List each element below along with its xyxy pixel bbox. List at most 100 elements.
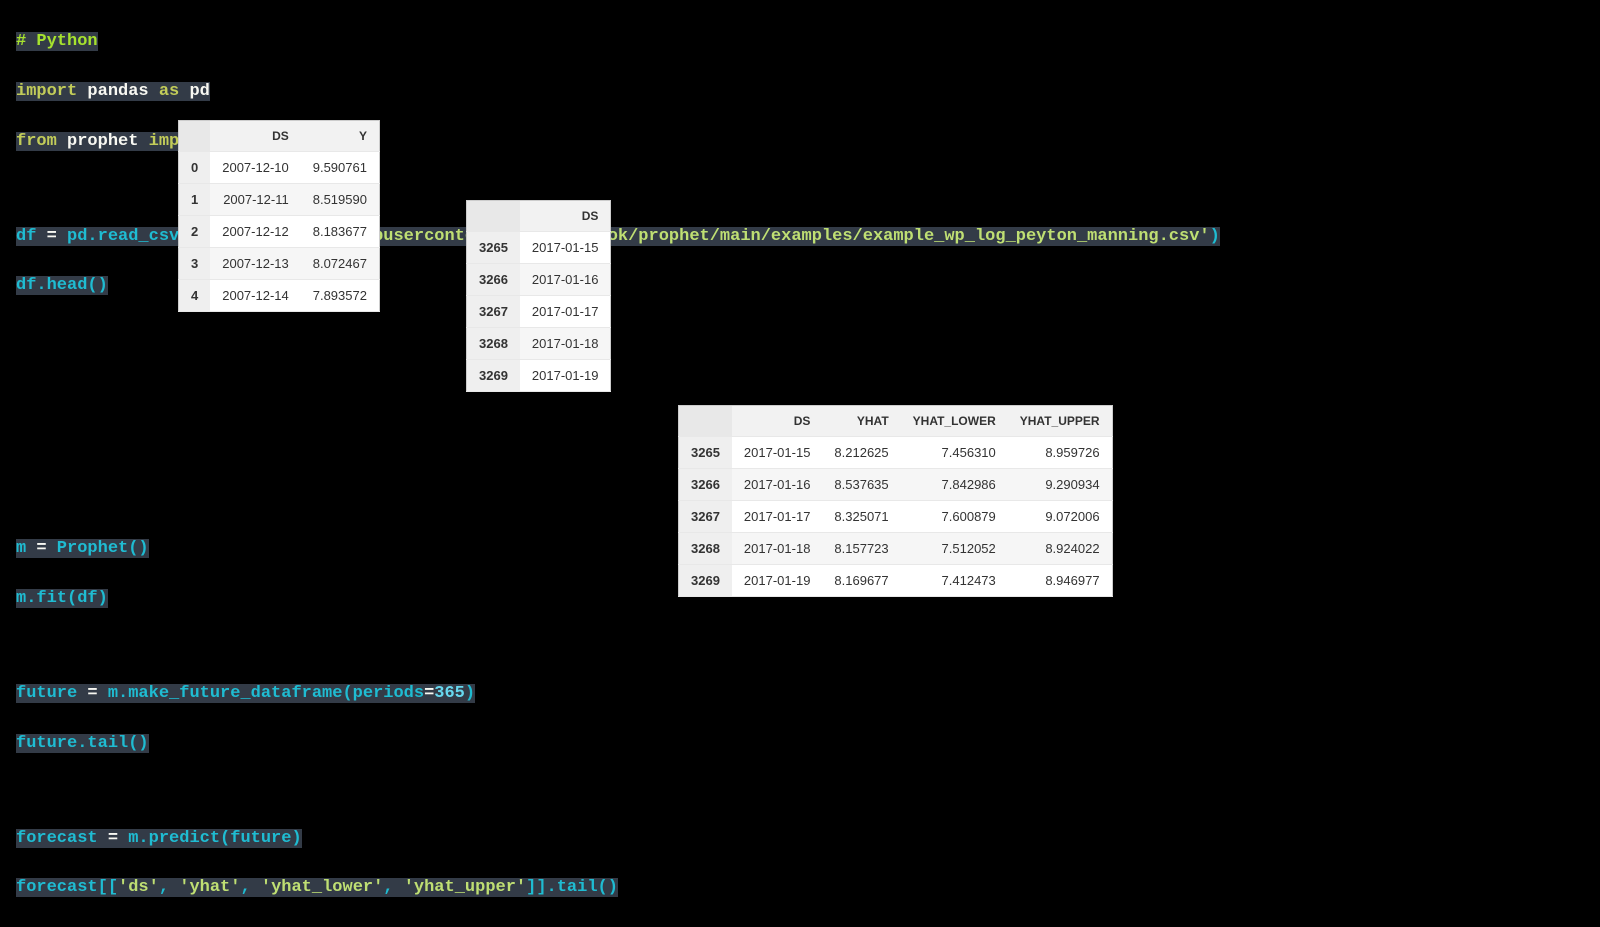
row-index: 3268 [679,533,732,565]
row-index: 4 [179,280,211,312]
table-corner [679,406,732,437]
row-index: 3266 [679,469,732,501]
col-header: YHAT [822,406,900,437]
cell: 2007-12-10 [210,152,301,184]
cell: 2017-01-19 [732,565,823,597]
col-header: DS [210,121,301,152]
call: m.make_future_dataframe(periods [98,684,424,703]
table-row: 22007-12-128.183677 [179,216,380,248]
table-row: 02007-12-109.590761 [179,152,380,184]
call: df.head() [16,276,108,295]
cell: 8.325071 [822,501,900,533]
op: = [47,227,57,246]
comma: , [240,878,260,897]
string: 'yhat_upper' [404,878,526,897]
cell: 2017-01-19 [520,360,611,392]
cell: 7.893572 [301,280,380,312]
cell: 8.183677 [301,216,380,248]
table-row: 32662017-01-16 [467,264,611,296]
cell: 2017-01-17 [732,501,823,533]
cell: 2017-01-16 [732,469,823,501]
table-row: 32682017-01-188.1577237.5120528.924022 [679,533,1113,565]
row-index: 3269 [679,565,732,597]
table-row: 32692017-01-19 [467,360,611,392]
op: = [87,684,97,703]
kw: as [159,82,179,101]
table-corner [467,201,520,232]
dataframe-forecast-tail: DS YHAT YHAT_LOWER YHAT_UPPER 32652017-0… [678,405,1113,597]
cell: 2017-01-16 [520,264,611,296]
var: m [16,539,36,558]
table-row: 32692017-01-198.1696777.4124738.946977 [679,565,1113,597]
paren: ) [465,684,475,703]
string: 'ds' [118,878,159,897]
call: forecast[[ [16,878,118,897]
col-header: YHAT_LOWER [901,406,1008,437]
number: 365 [434,684,465,703]
cell: 8.212625 [822,437,900,469]
call: m.predict(future) [118,829,302,848]
row-index: 3265 [679,437,732,469]
call: Prophet() [47,539,149,558]
comma: , [159,878,179,897]
cell: 7.600879 [901,501,1008,533]
table-row: 32007-12-138.072467 [179,248,380,280]
cell: 8.537635 [822,469,900,501]
var: future [16,684,87,703]
cell: 8.169677 [822,565,900,597]
cell: 8.946977 [1008,565,1112,597]
call: ]].tail() [526,878,618,897]
row-index: 3267 [679,501,732,533]
cell: 9.590761 [301,152,380,184]
cell: 8.157723 [822,533,900,565]
cell: 7.512052 [901,533,1008,565]
comma: , [383,878,403,897]
cell: 2007-12-11 [210,184,301,216]
cell: 2007-12-12 [210,216,301,248]
col-header: Y [301,121,380,152]
cell: 7.842986 [901,469,1008,501]
cell: 8.519590 [301,184,380,216]
table-row: 32672017-01-17 [467,296,611,328]
op: = [424,684,434,703]
table-row: 32652017-01-15 [467,232,611,264]
paren: ) [1210,227,1220,246]
text: pd [179,82,210,101]
col-header: DS [520,201,611,232]
op: = [108,829,118,848]
col-header: DS [732,406,823,437]
cell: 7.456310 [901,437,1008,469]
table-row: 32682017-01-18 [467,328,611,360]
code-comment: # Python [16,32,98,51]
col-header: YHAT_UPPER [1008,406,1112,437]
string: 'yhat' [179,878,240,897]
cell: 8.072467 [301,248,380,280]
var: df [16,227,47,246]
cell: 2017-01-17 [520,296,611,328]
row-index: 0 [179,152,211,184]
dataframe-head: DS Y 02007-12-109.59076112007-12-118.519… [178,120,380,312]
var: forecast [16,829,108,848]
string: 'yhat_lower' [261,878,383,897]
cell: 2017-01-15 [732,437,823,469]
kw: from [16,132,57,151]
row-index: 1 [179,184,211,216]
cell: 8.924022 [1008,533,1112,565]
cell: 2007-12-13 [210,248,301,280]
text: prophet [57,132,149,151]
op: = [36,539,46,558]
cell: 7.412473 [901,565,1008,597]
cell: 9.290934 [1008,469,1112,501]
cell: 9.072006 [1008,501,1112,533]
cell: 2007-12-14 [210,280,301,312]
cell: 8.959726 [1008,437,1112,469]
row-index: 2 [179,216,211,248]
table-row: 12007-12-118.519590 [179,184,380,216]
row-index: 3265 [467,232,520,264]
cell: 2017-01-18 [732,533,823,565]
row-index: 3 [179,248,211,280]
row-index: 3267 [467,296,520,328]
text: pandas [77,82,159,101]
table-row: 42007-12-147.893572 [179,280,380,312]
dataframe-future-tail: DS 32652017-01-1532662017-01-1632672017-… [466,200,611,392]
